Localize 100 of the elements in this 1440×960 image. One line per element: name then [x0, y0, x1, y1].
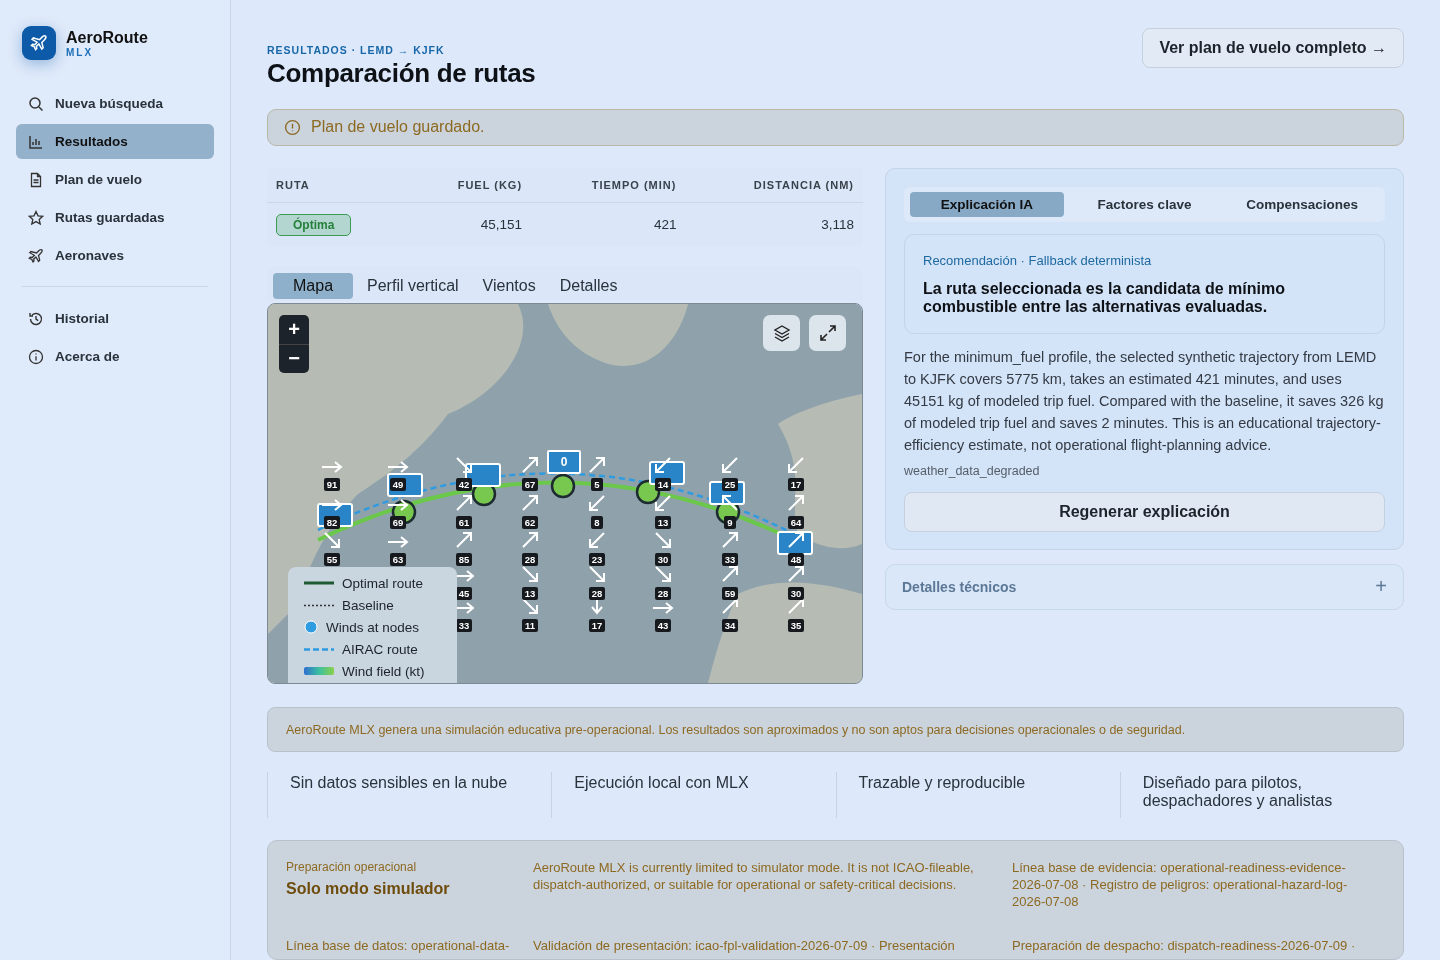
dot-icon [304, 620, 318, 635]
document-icon [28, 171, 44, 188]
page-title: Comparación de rutas [267, 58, 536, 89]
wind-arrow-icon [455, 455, 473, 474]
solid-line-icon [304, 581, 334, 586]
readiness-detail: Validación de presentación: icao-fpl-validation-2026-07-09 · Presentación [533, 937, 956, 956]
info-icon [28, 348, 44, 365]
wind-arrow-icon [654, 493, 672, 512]
wind-arrow-icon [588, 530, 606, 549]
nav-item[interactable]: Aeronaves [16, 238, 214, 273]
warning-code-label: weather_data_degraded [904, 463, 1041, 478]
explanation-tab[interactable]: Explicación IA [910, 191, 1064, 217]
zoom-out-button[interactable]: − [279, 343, 309, 373]
map-tab[interactable]: Mapa [273, 272, 354, 299]
fullscreen-button[interactable] [809, 314, 846, 351]
wind-speed-label: 5 [591, 477, 603, 491]
wind-arrow-icon [654, 564, 672, 583]
feature-text: Diseñado para pilotos, despachadores y analistas [1142, 774, 1333, 810]
wind-arrow-icon [721, 564, 739, 583]
wind-arrow-icon [455, 530, 473, 549]
recommendation-headline: La ruta seleccionada es la candidata de mínimo combustible entre las alternativas evaluadas. [923, 279, 1286, 316]
wind-arrow-icon [521, 564, 539, 583]
nav-item[interactable]: Historial [16, 301, 214, 336]
wind-arrow-icon [387, 459, 409, 474]
readiness-detail: Preparación de despacho: dispatch-readiness-2026-07-09 · [1012, 937, 1357, 956]
wind-speed-label: 8 [591, 515, 603, 529]
wind-arrow-icon [521, 455, 539, 474]
readiness-title: Solo modo simulador [286, 880, 451, 898]
app-name: AeroRoute [66, 28, 148, 47]
wind-arrow-icon [721, 530, 739, 549]
wind-arrow-icon [787, 530, 805, 549]
wind-arrow-icon [521, 493, 539, 512]
regenerate-button[interactable]: Regenerar explicación [904, 491, 1385, 532]
wind-arrow-icon [787, 493, 805, 512]
map-tab[interactable]: Perfil vertical [357, 272, 469, 299]
nav-item[interactable]: Resultados [16, 124, 214, 159]
nav-item[interactable]: Nueva búsqueda [16, 86, 214, 121]
search-icon [28, 95, 44, 112]
bar-chart-icon [28, 133, 44, 150]
readiness-text: AeroRoute MLX is currently limited to simulator mode. It is not ICAO-fileable, dispatch-authorized, or suitable for operational or safety-critical decisions. [533, 859, 975, 895]
map-tab[interactable]: Vientos [472, 272, 546, 299]
wind-arrow-icon [455, 493, 473, 512]
wind-arrow-icon [321, 497, 343, 512]
legend-label: Wind field (kt) [342, 663, 425, 679]
wind-arrow-icon [721, 455, 739, 474]
nav-item[interactable]: Plan de vuelo [16, 162, 214, 197]
wind-arrow-icon [321, 459, 343, 474]
expand-icon [818, 323, 837, 342]
wind-arrow-icon [588, 493, 606, 512]
layers-icon [771, 322, 792, 343]
view-flight-plan-button[interactable]: Ver plan de vuelo completo → [1142, 28, 1404, 68]
wind-arrow-icon [654, 455, 672, 474]
column-header: TIEMPO (MIN) [531, 167, 686, 203]
plane-icon [28, 247, 44, 264]
legend-label: Winds at nodes [326, 619, 420, 635]
feature-text: Trazable y reproducible [858, 774, 1026, 792]
technical-details-toggle[interactable]: Detalles técnicos + [885, 563, 1404, 610]
map-tab[interactable]: Detalles [549, 272, 628, 299]
wind-arrow-icon [787, 455, 805, 474]
waypoint-marker-icon [777, 530, 813, 555]
wind-arrow-icon [588, 564, 606, 583]
nav-item[interactable]: Rutas guardadas [16, 200, 214, 235]
wind-speed-label: 9 [724, 515, 736, 529]
nav-item[interactable]: Acerca de [16, 339, 214, 374]
table-cell: 421 [531, 202, 686, 247]
wind-arrow-icon [721, 493, 739, 512]
breadcrumb: RESULTADOS · LEMD → KJFK [267, 44, 446, 56]
wind-arrow-icon [654, 530, 672, 549]
explanation-tab[interactable]: Factores clave [1067, 191, 1222, 217]
history-icon [28, 310, 44, 327]
route-badge: Óptima [276, 213, 352, 236]
app-subtitle: MLX [66, 46, 95, 58]
explanation-tab[interactable]: Compensaciones [1225, 191, 1379, 217]
disclaimer-text: AeroRoute MLX genera una simulación educativa pre-operacional. Los resultados son aproximados y no son aptos para decisiones operacionales o de seguridad. [286, 722, 1186, 737]
gradient-swatch-icon [304, 667, 334, 676]
explanation-text: For the minimum_fuel profile, the selected synthetic trajectory from LEMD to KJFK covers 5775 km, takes an estimated 421 minutes, and uses 45151 kg of modeled trip fuel. Compared with the baseline, it saves 326 kg of modeled trip fuel and saves 2 minutes. This is an educational trajectory-efficiency estimate, not operational flight-planning advice. [904, 347, 1385, 455]
section-title: Detalles técnicos [902, 578, 1017, 595]
table-cell: 3,118 [685, 202, 863, 247]
dashed-line-icon [304, 647, 334, 651]
alert-icon [284, 118, 301, 136]
wind-arrow-icon [588, 455, 606, 474]
readiness-kicker: Preparación operacional [286, 859, 418, 877]
feature-text: Ejecución local con MLX [574, 774, 749, 792]
column-header: DISTANCIA (NM) [685, 167, 863, 203]
column-header: RUTA [267, 167, 408, 203]
layers-button[interactable] [763, 314, 800, 351]
wind-arrow-icon [652, 600, 674, 615]
recommendation-kicker: Recomendación · Fallback determinista [923, 252, 1153, 268]
wind-arrow-icon [387, 497, 409, 512]
alert-message: Plan de vuelo guardado. [311, 118, 485, 137]
legend-label: Optimal route [342, 575, 424, 591]
table-cell: 45,151 [407, 202, 532, 247]
zoom-in-button[interactable]: + [279, 314, 309, 344]
readiness-detail: Línea base de datos: operational-data- [286, 937, 511, 956]
feature-text: Sin datos sensibles en la nube [290, 774, 508, 792]
evidence-text: Línea base de evidencia: operational-readiness-evidence-2026-07-08 · Registro de peligros: operational-hazard-log-2026-07-08 [1012, 859, 1349, 912]
legend-label: AIRAC route [342, 641, 418, 657]
expand-icon: + [1375, 575, 1387, 599]
waypoint-node-icon [550, 473, 576, 499]
app-logo-icon [22, 26, 56, 60]
